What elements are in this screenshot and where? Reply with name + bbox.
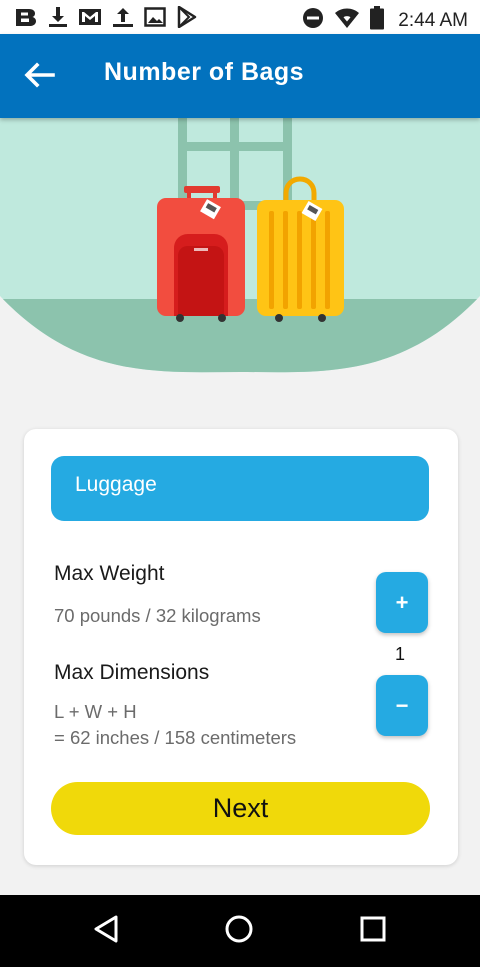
clock: 2:44 AM [398,9,468,31]
status-bar: 2:44 AM [0,0,480,34]
max-dimensions-value: = 62 inches / 158 centimeters [54,727,297,748]
increment-bags-button[interactable]: + [376,572,428,633]
recents-square-icon [359,915,387,948]
nav-back-button[interactable] [86,911,126,951]
plus-icon: + [395,589,409,615]
arrow-left-icon [23,61,55,93]
luggage-illustration [0,118,480,408]
notification-icons [14,6,198,28]
max-dimensions-label: Max Dimensions [54,661,210,684]
yellow-suitcase [257,176,344,322]
max-weight-label: Max Weight [54,562,165,585]
nav-recents-button[interactable] [353,911,393,951]
battery-icon [370,6,385,35]
do-not-disturb-icon [302,7,324,34]
luggage-header: Luggage [51,456,429,521]
app-bar: Number of Bags [0,34,480,118]
decrement-bags-button[interactable]: − [376,675,428,736]
max-weight-value: 70 pounds / 32 kilograms [54,605,261,626]
next-button-label: Next [212,793,269,823]
next-button[interactable]: Next [51,782,430,835]
page-title: Number of Bags [104,58,305,86]
luggage-card: Luggage Max Weight 70 pounds / 32 kilogr… [24,429,458,865]
gmail-icon [78,7,102,27]
bag-count: 1 [394,644,405,664]
wifi-icon [334,7,360,34]
system-nav-bar [0,895,480,967]
suitcases-illustration [0,118,480,373]
back-triangle-icon [92,914,120,949]
red-suitcase [157,186,245,322]
nav-home-button[interactable] [219,911,259,951]
play-store-icon [176,6,198,28]
home-circle-icon [224,914,254,949]
b-app-icon [14,7,38,27]
system-status: 2:44 AM [302,6,468,35]
upload-icon [112,6,134,28]
image-icon [144,7,166,27]
minus-icon: − [395,692,409,718]
back-button[interactable] [14,52,64,102]
luggage-header-label: Luggage [75,473,157,496]
download-icon [48,6,68,28]
max-dimensions-formula: L + W + H [54,701,137,722]
